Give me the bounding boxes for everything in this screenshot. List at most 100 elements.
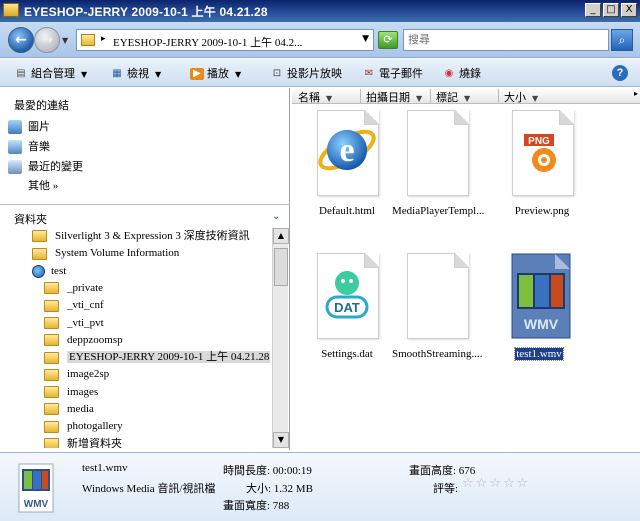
folder-tree-item[interactable]: _private — [44, 280, 103, 297]
folder-tree-item[interactable]: _vti_pvt — [44, 315, 104, 332]
search-input[interactable] — [404, 30, 608, 50]
burn-button[interactable]: ◉ 燒錄 — [442, 65, 481, 81]
folders-heading[interactable]: 資料夾 — [14, 211, 47, 227]
details-frame-width: 畫面寬度: 788 — [223, 500, 290, 512]
organize-label: 組合管理 — [31, 68, 75, 80]
burn-label: 燒錄 — [459, 68, 481, 80]
back-button[interactable]: ← — [8, 27, 34, 53]
slideshow-label: 投影片放映 — [287, 68, 342, 80]
views-icon: ▦ — [112, 68, 122, 80]
forward-button[interactable]: → — [34, 27, 60, 53]
folder-tree-item[interactable]: images — [44, 384, 98, 401]
chevron-down-icon: ▼ — [155, 70, 162, 79]
chevron-down-icon[interactable]: ⌄ — [272, 211, 280, 222]
column-header-size[interactable]: 大小 ▼ — [504, 89, 538, 105]
web-folder-icon — [32, 264, 45, 278]
favorite-link-pictures[interactable]: 圖片 — [8, 118, 50, 135]
address-box[interactable]: ▸ EYESHOP-JERRY 2009-10-1 上午 04.2... ▼ — [76, 29, 374, 51]
close-button[interactable]: X — [621, 3, 637, 17]
folder-tree-item[interactable]: 新增資料夾 — [44, 436, 122, 448]
rating-stars[interactable]: ☆☆☆☆☆ — [462, 476, 530, 491]
file-tile-settings-dat[interactable]: DAT Settings.dat — [302, 251, 392, 360]
help-icon[interactable]: ? — [612, 65, 628, 81]
folder-icon — [44, 334, 59, 347]
slideshow-icon: ⊡ — [272, 68, 282, 80]
scroll-up-button[interactable]: ▲ — [273, 228, 289, 244]
favorite-label: 音樂 — [28, 141, 50, 153]
recent-pages-dropdown[interactable]: ▼ — [62, 36, 68, 45]
header-scroll-right-icon[interactable]: ▸ — [634, 89, 638, 98]
scroll-down-button[interactable]: ▼ — [273, 432, 289, 448]
search-button[interactable]: ⌕ — [611, 29, 633, 51]
title-bar[interactable]: EYESHOP-JERRY 2009-10-1 上午 04.21.28 _ □ … — [0, 0, 640, 22]
column-header-date-taken[interactable]: 拍攝日期 ▼ — [366, 89, 422, 105]
column-separator[interactable] — [498, 89, 499, 103]
column-separator[interactable] — [430, 89, 431, 103]
folder-tree-item[interactable]: System Volume Information — [32, 245, 179, 262]
folder-tree-item[interactable]: _vti_cnf — [44, 297, 104, 314]
file-name: Settings.dat — [321, 348, 373, 360]
file-tile-mediaplayertemplate[interactable]: MediaPlayerTempl... — [392, 108, 484, 217]
maximize-button[interactable]: □ — [603, 3, 619, 17]
folder-icon — [44, 299, 59, 312]
file-tile-default-html[interactable]: e Default.html — [302, 108, 392, 217]
forward-arrow-icon: → — [41, 32, 53, 48]
folder-label: photogallery — [67, 420, 123, 433]
column-header-tags[interactable]: 標記 ▼ — [436, 89, 470, 105]
refresh-button[interactable]: ⟳ — [378, 31, 398, 49]
wmv-badge-label: WMV — [524, 316, 559, 332]
details-filename: test1.wmv — [82, 462, 128, 474]
file-tile-smoothstreaming[interactable]: SmoothStreaming.... — [392, 251, 482, 360]
folder-tree-item[interactable]: photogallery — [44, 418, 123, 435]
folder-label: _vti_pvt — [67, 316, 104, 329]
internet-explorer-icon: e — [318, 129, 376, 171]
folder-icon — [44, 438, 59, 448]
search-box[interactable] — [403, 29, 609, 51]
file-tile-test1-wmv[interactable]: WMV test1.wmv — [494, 251, 584, 361]
folder-label: deppzoomsp — [67, 333, 123, 346]
folder-icon — [44, 403, 59, 416]
folder-tree-item[interactable]: media — [44, 401, 94, 418]
folder-tree-item[interactable]: image2sp — [44, 366, 109, 383]
file-tile-preview-png[interactable]: PNG Preview.png — [497, 108, 587, 217]
folder-icon — [32, 230, 47, 243]
video-file-icon: WMV — [18, 463, 54, 513]
chevron-down-icon[interactable]: ▼ — [464, 94, 470, 103]
chevron-down-icon[interactable]: ▼ — [326, 94, 332, 103]
folder-label: _private — [67, 281, 104, 294]
scroll-thumb[interactable] — [274, 248, 288, 286]
pane-divider — [0, 204, 290, 205]
folder-tree-item[interactable]: test — [32, 263, 66, 280]
views-menu[interactable]: ▦ 檢視 ▼ — [110, 65, 161, 81]
play-button[interactable]: ▶ 播放 ▼ — [190, 65, 241, 81]
breadcrumb-arrow-icon[interactable]: ▸ — [101, 34, 106, 44]
folder-tree-scrollbar[interactable]: ▲ ▼ — [272, 228, 289, 448]
organize-menu[interactable]: ▤ 組合管理 ▼ — [14, 65, 87, 81]
file-name: Preview.png — [514, 205, 570, 217]
folder-tree-item[interactable]: Silverlight 3 & Expression 3 深度技術資訊 — [32, 228, 250, 245]
column-separator[interactable] — [360, 89, 361, 103]
email-button[interactable]: ✉ 電子郵件 — [362, 65, 423, 81]
favorite-link-recent-changes[interactable]: 最近的變更 — [8, 158, 83, 175]
column-label: 標記 — [436, 92, 458, 104]
png-badge-icon: PNG — [524, 134, 556, 172]
chevron-down-icon[interactable]: ▼ — [532, 94, 538, 103]
folder-tree-item[interactable]: EYESHOP-JERRY 2009-10-1 上午 04.21.28 — [44, 349, 270, 366]
slideshow-button[interactable]: ⊡ 投影片放映 — [270, 65, 342, 81]
organize-icon: ▤ — [16, 68, 26, 80]
folder-label: Silverlight 3 & Expression 3 深度技術資訊 — [55, 230, 250, 242]
folder-tree-item[interactable]: deppzoomsp — [44, 332, 123, 349]
blank-file-icon — [407, 253, 469, 339]
folder-label: images — [67, 385, 99, 398]
column-label: 大小 — [504, 92, 526, 104]
favorite-link-music[interactable]: 音樂 — [8, 138, 50, 155]
more-favorites-link[interactable]: 其他 » — [28, 177, 58, 193]
address-dropdown-icon[interactable]: ▼ — [362, 34, 369, 44]
details-filetype: Windows Media 音訊/視訊檔 — [82, 483, 216, 495]
address-path[interactable]: EYESHOP-JERRY 2009-10-1 上午 04.2... — [113, 34, 302, 50]
chevron-down-icon: ▼ — [235, 70, 242, 79]
column-header-name[interactable]: 名稱 ▼ — [298, 89, 332, 105]
chevron-down-icon[interactable]: ▼ — [416, 94, 422, 103]
minimize-button[interactable]: _ — [585, 3, 601, 17]
window-title: EYESHOP-JERRY 2009-10-1 上午 04.21.28 — [24, 5, 268, 19]
